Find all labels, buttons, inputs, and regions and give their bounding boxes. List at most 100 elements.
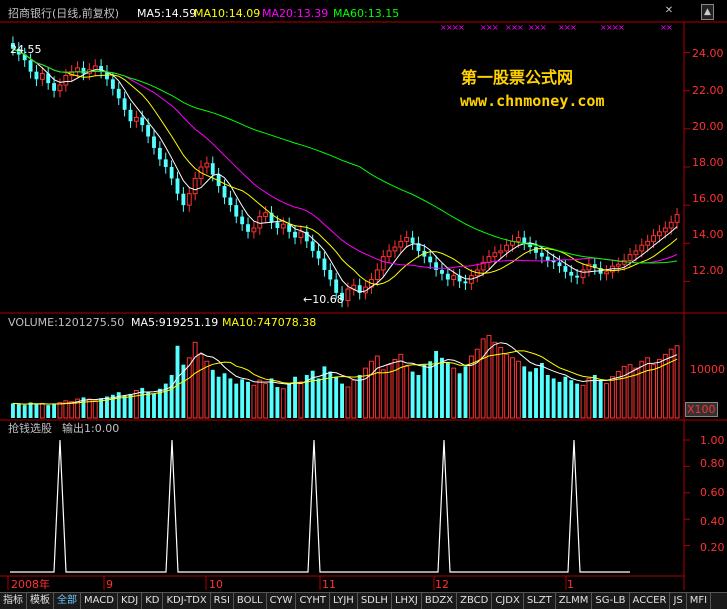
tab-5[interactable]: KD (142, 593, 164, 609)
candle-body (280, 223, 286, 229)
volume-bar (621, 365, 627, 419)
candle-body (410, 237, 415, 244)
close-icon[interactable]: ✕ (664, 6, 674, 16)
watermark-url: www.chnmoney.com (460, 92, 605, 110)
scroll-up-icon[interactable]: ▲ (701, 4, 714, 20)
price-tick-18: 18.00 (692, 156, 724, 169)
candle-body (428, 256, 433, 263)
indicator-name: 抢钱选股 (8, 422, 52, 435)
price-tick-24: 24.00 (692, 47, 724, 60)
candle-body (345, 288, 351, 301)
volume-bar (440, 357, 444, 418)
top-markers: × × × × × × × × × × × × × × × × × × × × × × (440, 23, 673, 32)
tab-4[interactable]: KDJ (118, 593, 143, 609)
volume-bar (510, 357, 515, 419)
price-tick-12: 12.00 (692, 264, 724, 277)
tab-8[interactable]: BOLL (234, 593, 267, 609)
candle-body (234, 205, 239, 217)
volume-bar (251, 384, 257, 419)
volume-bar (52, 404, 57, 418)
tab-14[interactable]: BDZX (422, 593, 458, 609)
volume-bar (146, 392, 151, 418)
candle-body (110, 79, 115, 89)
volume-bar (46, 405, 51, 418)
volume-bar (445, 362, 450, 418)
candle-body (440, 269, 444, 274)
candle-body (575, 275, 580, 278)
tab-22[interactable]: MFI (687, 593, 712, 609)
tab-20[interactable]: ACCER (630, 593, 671, 609)
time-label-9: 9 (106, 578, 113, 591)
volume-bar (228, 378, 233, 418)
tab-10[interactable]: CYHT (296, 593, 330, 609)
volume-bar (133, 389, 139, 419)
volume-bar (22, 405, 27, 418)
volume-bar (122, 395, 127, 418)
tab-11[interactable]: LYJH (330, 593, 358, 609)
price-axis (684, 52, 690, 282)
volume-bar (351, 379, 357, 419)
candle-body (251, 227, 257, 233)
candle-body (57, 84, 63, 92)
candle-body (116, 88, 121, 99)
indicator-output: 输出1:0.00 (62, 422, 120, 435)
candle-body (140, 117, 145, 126)
candle-body (322, 258, 327, 270)
volume-bar (604, 383, 609, 419)
tab-9[interactable]: CYW (267, 593, 297, 609)
candle-body (316, 250, 321, 259)
tab-18[interactable]: ZLMM (556, 593, 593, 609)
candle-body (257, 216, 263, 229)
ma5-readout: MA5:14.59 (137, 7, 197, 20)
stock-chart[interactable]: × × × × × × × × × × × × × × × × × × × × × × (0, 0, 727, 592)
tab-7[interactable]: RSI (211, 593, 234, 609)
time-label-1: 1 (567, 578, 574, 591)
candlesticks (11, 36, 680, 308)
candle-body (563, 266, 568, 272)
tab-6[interactable]: KDJ-TDX (163, 593, 211, 609)
tab-17[interactable]: SLZT (524, 593, 556, 609)
tab-16[interactable]: CJDX (492, 593, 524, 609)
candle-body (651, 235, 656, 242)
volume-bar (204, 360, 210, 419)
candle-body (668, 221, 674, 229)
volume-bar (210, 369, 215, 418)
candle-body (34, 71, 39, 80)
tab-19[interactable]: SG-LB (592, 593, 630, 609)
time-axis (7, 576, 567, 590)
tab-1[interactable]: 模板 (27, 593, 54, 609)
volume-bar (234, 383, 239, 418)
tab-2[interactable]: 全部 (54, 593, 81, 609)
tab-15[interactable]: ZBCD (457, 593, 493, 609)
volume-bar (428, 361, 433, 418)
candle-body (627, 254, 633, 261)
candle-body (152, 136, 156, 148)
volume-bar (152, 393, 156, 418)
candle-body (492, 252, 498, 258)
volume-bar (269, 378, 274, 418)
volume-bar (580, 384, 586, 419)
volume-bar (598, 380, 603, 418)
candle-body (557, 262, 562, 267)
tab-21[interactable]: JS (670, 593, 687, 609)
time-label-12: 12 (435, 578, 449, 591)
ind-tick-4: 0.40 (700, 515, 725, 528)
candle-body (146, 125, 151, 137)
volume-bar (480, 338, 486, 419)
candle-body (386, 250, 392, 258)
candle-body (163, 159, 168, 167)
indicator-signal (10, 439, 630, 573)
volume-bar (192, 341, 198, 419)
tab-0[interactable]: 指标 (0, 593, 27, 609)
signal-line (10, 439, 630, 573)
candle-body (374, 269, 380, 280)
tab-3[interactable]: MACD (81, 593, 118, 609)
ind-tick-1: 1.00 (700, 434, 725, 447)
volume-bar (668, 348, 674, 419)
tab-12[interactable]: SDLH (358, 593, 392, 609)
volume-bar (504, 353, 510, 419)
tab-13[interactable]: LHXJ (392, 593, 422, 609)
candle-body (656, 231, 662, 237)
candle-body (169, 167, 174, 179)
volume-readout: VOLUME:1201275.50 (8, 316, 125, 329)
